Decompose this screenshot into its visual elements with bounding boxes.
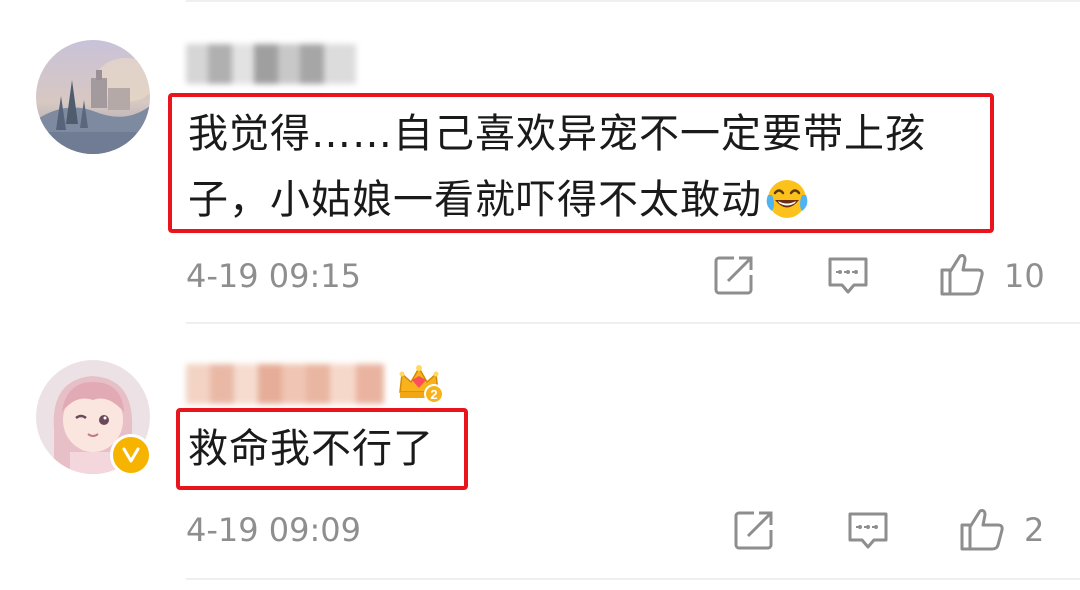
reply-icon[interactable] (826, 253, 870, 297)
repost-icon[interactable] (712, 253, 756, 297)
like-icon[interactable] (958, 505, 1006, 553)
crown-icon: 2 (396, 362, 444, 404)
divider (186, 578, 1080, 580)
like-count: 10 (1004, 257, 1045, 295)
comment-text: 救命我不行了 (188, 426, 434, 472)
comment-text-content: 我觉得……自己喜欢异宠不一定要带上孩子，小姑娘一看就吓得不太敢动 (188, 111, 926, 223)
comment-item: 我觉得……自己喜欢异宠不一定要带上孩子，小姑娘一看就吓得不太敢动 4-19 09… (0, 0, 1080, 322)
reply-icon[interactable] (846, 508, 890, 552)
like-count: 2 (1024, 511, 1045, 549)
timestamp: 4-19 09:09 (186, 511, 362, 549)
username-blurred[interactable] (186, 364, 384, 404)
comment-item: 2 救命我不行了 4-19 09:09 2 (0, 324, 1080, 590)
comment-list: 我觉得……自己喜欢异宠不一定要带上孩子，小姑娘一看就吓得不太敢动 4-19 09… (0, 0, 1080, 590)
comment-text: 我觉得……自己喜欢异宠不一定要带上孩子，小姑娘一看就吓得不太敢动 (188, 101, 984, 233)
verified-badge-icon (110, 434, 152, 476)
laughing-tears-icon (764, 175, 810, 221)
crown-level: 2 (430, 387, 437, 402)
like-icon[interactable] (938, 250, 986, 298)
repost-icon[interactable] (732, 508, 776, 552)
avatar[interactable] (36, 40, 150, 154)
username-blurred[interactable] (186, 44, 356, 84)
timestamp: 4-19 09:15 (186, 257, 362, 295)
